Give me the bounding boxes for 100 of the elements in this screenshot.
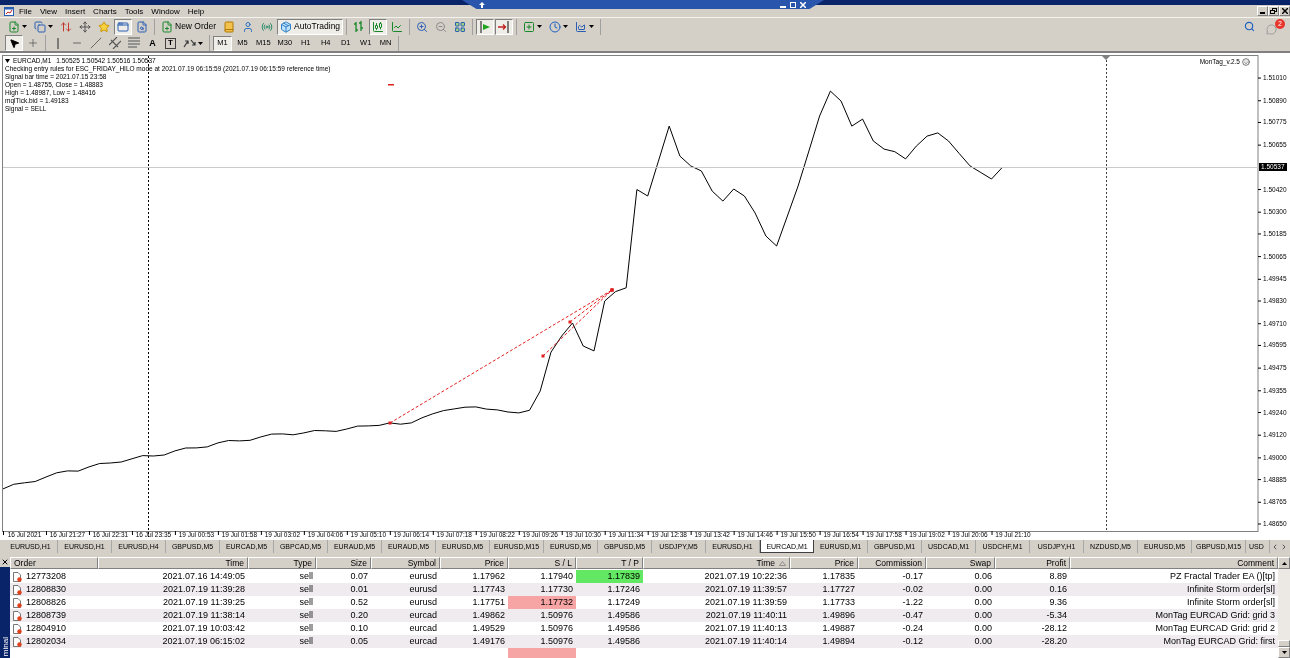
restore-button[interactable]: [1268, 6, 1279, 16]
table-cell-text: 1.49529: [471, 622, 506, 635]
cursor-button[interactable]: [5, 35, 23, 51]
table-cell-text: sell: [298, 622, 314, 635]
table-cell-text: 9.36: [1048, 596, 1068, 609]
table-cell-text: 0.06: [973, 570, 993, 583]
file-plus-icon: [161, 20, 173, 33]
table-cell-text: 0.01: [349, 583, 369, 596]
column-header[interactable]: Swap: [926, 557, 995, 569]
column-header[interactable]: Time: [643, 557, 790, 569]
table-cell-text: 2021.07.19 11:39:28: [162, 583, 246, 596]
table-row[interactable]: 12808830 2021.07.19 11:39:28 sell 0.01 eurusd 1.17743 1.17730 1.17246 2021.07.19 11:39:57 1.17727 -0.02 0.00 0.16 Infinite Storm order[sl]: [10, 583, 1278, 596]
table-cell-text: 1.17940: [539, 570, 574, 583]
menu-item[interactable]: Charts: [89, 5, 121, 17]
line-chart-icon: [391, 20, 404, 33]
table-cell-text: 1.17835: [821, 570, 856, 583]
table-cell-text: 2021.07.19 11:40:13: [704, 622, 788, 635]
channel-button[interactable]: [106, 35, 124, 51]
table-cell-text: 2021.07.19 11:39:25: [162, 596, 246, 609]
auto-scroll-button[interactable]: [476, 18, 495, 35]
table-cell-text: eurusd: [408, 596, 438, 609]
order-icon: [13, 597, 22, 608]
table-cell: 12808830: [26, 585, 67, 594]
new-order-button[interactable]: New Order: [158, 18, 220, 35]
table-cell-text: 0.00: [973, 583, 993, 596]
vertical-line-icon: [57, 37, 59, 49]
column-header[interactable]: Time: [98, 557, 248, 569]
table-cell-text: 2021.07.19 10:22:36: [703, 570, 788, 583]
order-icon: [13, 636, 22, 647]
close-icon: [800, 1, 806, 8]
menu-item[interactable]: View: [35, 5, 62, 17]
panel-title: minal: [0, 636, 10, 656]
minimize-icon: [1260, 12, 1265, 14]
column-header[interactable]: Comment: [1070, 557, 1278, 569]
fibonacci-button[interactable]: [125, 35, 143, 51]
zoom-in-icon: [416, 20, 429, 33]
table-cell-text: 2021.07.19 11:39:57: [704, 583, 788, 596]
menu-item[interactable]: Help: [183, 5, 209, 17]
bar-chart-icon: [353, 20, 366, 33]
table-cell-text: 1.49176: [471, 635, 506, 648]
caret-icon: [198, 41, 203, 45]
table-row[interactable]: 12802034 2021.07.19 06:15:02 sell 0.05 eurcad 1.49176 1.50976 1.49586 2021.07.19 11:40:14 1.49894 -0.12 0.00 -28.20 MonTag EURCAD Grid: first: [10, 635, 1278, 648]
arrow-down-icon: [1281, 651, 1287, 654]
chat-bubble-icon: [1266, 23, 1277, 35]
table-cell-text: eurcad: [408, 609, 438, 622]
column-header[interactable]: Price: [790, 557, 858, 569]
terminal-button[interactable]: [114, 18, 132, 35]
search-icon: [1243, 21, 1255, 32]
candlestick-chart-button[interactable]: [369, 18, 388, 35]
zoom-out-icon: [435, 20, 448, 33]
table-cell-text: 0.20: [349, 609, 369, 622]
column-header[interactable]: Commission: [858, 557, 926, 569]
menu-item[interactable]: Tools: [120, 5, 148, 17]
column-header[interactable]: Price: [440, 557, 508, 569]
text-tool-button[interactable]: A: [144, 35, 161, 51]
column-header[interactable]: Profit: [995, 557, 1070, 569]
column-header[interactable]: T / P: [576, 557, 643, 569]
table-cell-text: 1.49894: [821, 635, 856, 648]
table-cell: 12773208: [26, 572, 67, 581]
table-cell-text: 1.49862: [471, 609, 506, 622]
scroll-down-button[interactable]: [1278, 647, 1290, 658]
minimize-button[interactable]: [1257, 6, 1268, 16]
caret-icon: [589, 25, 595, 28]
profiles-button[interactable]: [31, 18, 56, 35]
table-cell: 12802034: [26, 637, 67, 646]
arrow-up-icon: [479, 1, 485, 8]
table-cell-text: 1.17733: [821, 596, 856, 609]
scroll-up-button[interactable]: [1278, 557, 1290, 569]
table-cell-text: sell: [298, 583, 314, 596]
search-button[interactable]: [1242, 19, 1256, 34]
table-row[interactable]: 12808739 2021.07.19 11:38:14 sell 0.20 eurcad 1.49862 1.50976 1.49586 2021.07.19 11:40:11 1.49896 -0.47 0.00 -5.34 MonTag EURCAD Grid: grid 3: [10, 609, 1278, 622]
column-header[interactable]: Order: [10, 557, 98, 569]
table-cell-text: MonTag EURCAD Grid: first: [1162, 635, 1276, 648]
table-cell-text: 0.00: [973, 596, 993, 609]
menu-item[interactable]: Insert: [61, 5, 90, 17]
table-cell-text: 2021.07.19 11:38:14: [162, 609, 246, 622]
table-cell-text: 0.16: [1048, 583, 1068, 596]
arrows-icon: [183, 38, 196, 48]
column-header[interactable]: Size: [316, 557, 371, 569]
table-cell-text: 0.10: [349, 622, 369, 635]
table-cell-text: sell: [298, 570, 314, 583]
close-button[interactable]: [1279, 6, 1290, 16]
text-label-button[interactable]: T: [165, 37, 176, 49]
column-header[interactable]: Symbol: [371, 557, 440, 569]
scroll-thumb[interactable]: [1278, 640, 1290, 647]
menu-item[interactable]: File: [15, 5, 36, 17]
menu-item[interactable]: Window: [147, 5, 184, 17]
column-header[interactable]: Type: [248, 557, 316, 569]
column-header[interactable]: S / L: [508, 557, 576, 569]
table-cell: 1.17839: [576, 570, 643, 583]
table-cell-text: 8.89: [1048, 570, 1068, 583]
table-cell-text: 1.49586: [606, 635, 641, 648]
table-cell: 12808826: [26, 598, 67, 607]
table-cell-text: sell: [298, 609, 314, 622]
table-cell-text: 0.00: [973, 622, 993, 635]
table-cell-text: -0.17: [901, 570, 924, 583]
autotrading-button[interactable]: AutoTrading: [277, 18, 344, 35]
chart-shift-button[interactable]: [495, 18, 514, 35]
radio-waves-icon: [261, 20, 274, 33]
table-cell-text: 1.49586: [606, 609, 641, 622]
